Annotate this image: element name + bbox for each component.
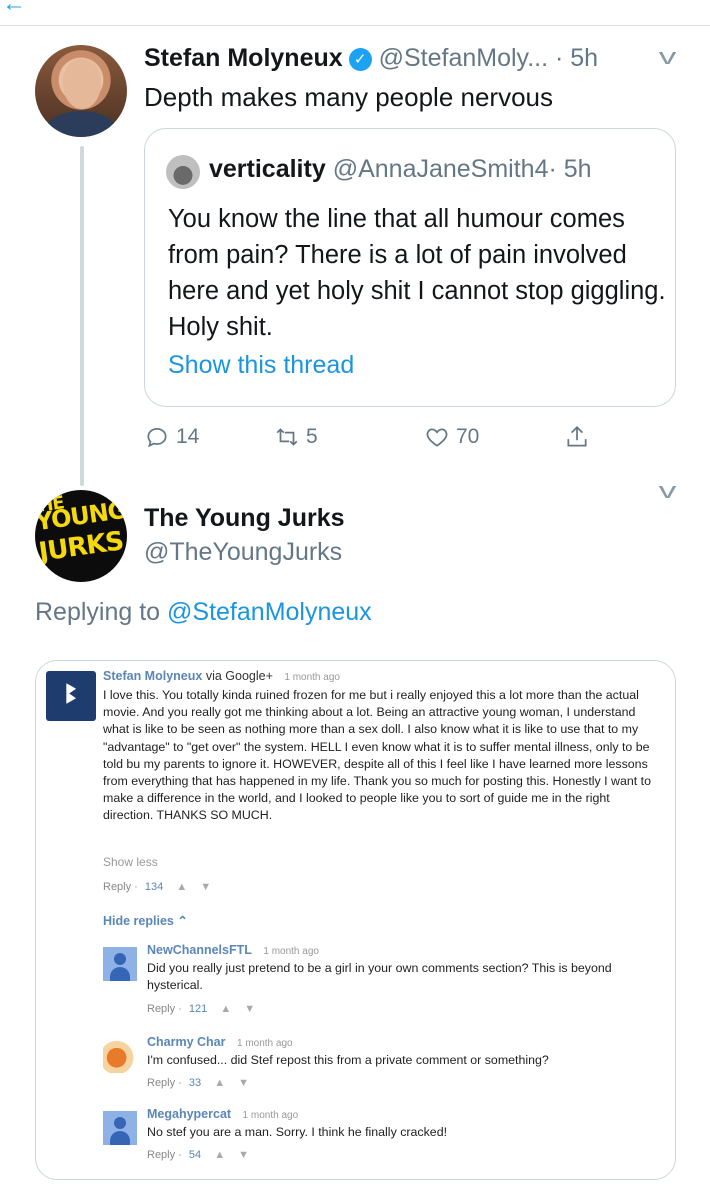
author-name[interactable]: The Young Jurks (144, 504, 345, 532)
comment-time: 1 month ago (236, 1038, 293, 1049)
comment-header: NewChannelsFTL 1 month ago (147, 943, 319, 957)
comment-actions: Reply · 54 ▲ ▼ (147, 1149, 250, 1161)
avatar-shirt (45, 111, 117, 137)
comment-author: Stefan Molyneux (103, 669, 203, 683)
thumbs-down-icon: ▼ (244, 1003, 256, 1015)
tweet-time[interactable]: · 5h (555, 44, 598, 72)
comment-actions: Reply · 121 ▲ ▼ (147, 1003, 256, 1015)
reply-author-name[interactable]: The Young Jurks (144, 504, 345, 533)
retweet-count: 5 (306, 425, 318, 448)
list-item: Charmy Char 1 month ago I'm confused... … (103, 1035, 663, 1095)
comment-author: Megahypercat (147, 1107, 232, 1121)
thumbs-up-icon: ▲ (176, 881, 188, 893)
reply-count: 14 (176, 425, 200, 448)
comment-body: I'm confused... did Stef repost this fro… (147, 1053, 549, 1067)
like-count: 33 (188, 1077, 202, 1089)
comment-time: 1 month ago (263, 946, 319, 957)
commenter-avatar (103, 947, 137, 981)
like-count: 70 (456, 425, 480, 448)
reply-link: Reply (147, 1149, 176, 1161)
hide-replies-label: Hide replies (103, 914, 174, 928)
reply-link: Reply (147, 1077, 176, 1089)
share-icon (567, 426, 587, 447)
comment-actions: Reply · 33 ▲ ▼ (147, 1077, 250, 1089)
quote-author-handle: @AnnaJaneSmith4 (332, 155, 549, 183)
show-less-link: Show less (103, 855, 158, 869)
people-icon: ꔪ (64, 679, 77, 709)
commenter-avatar: ꔪ (46, 671, 96, 721)
chevron-down-icon[interactable]: v (659, 44, 677, 70)
comment-author: NewChannelsFTL (147, 943, 252, 957)
avatar[interactable]: HE YOUNG JURKS (35, 490, 127, 582)
quote-avatar (166, 155, 200, 189)
author-handle: @TheYoungJurks (144, 538, 343, 566)
back-arrow-icon[interactable]: ← (2, 0, 26, 18)
thumbs-up-icon: ▲ (214, 1149, 226, 1161)
replying-to: Replying to @StefanMolyneux (35, 598, 372, 627)
thumbs-up-icon: ▲ (220, 1003, 232, 1015)
reply-icon (147, 428, 167, 448)
reply-link: Reply (103, 881, 132, 893)
replying-prefix: Replying to (35, 598, 161, 626)
avatar[interactable] (35, 45, 127, 137)
quote-author: verticality @AnnaJaneSmith4· 5h (209, 155, 592, 184)
thumbs-down-icon: ▼ (200, 881, 212, 893)
thumbs-down-icon: ▼ (238, 1077, 250, 1089)
comment-header: Charmy Char 1 month ago (147, 1035, 293, 1049)
reply-link: Reply (147, 1003, 176, 1015)
thumbs-down-icon: ▼ (238, 1149, 250, 1161)
comment-header: Megahypercat 1 month ago (147, 1107, 298, 1121)
list-item: NewChannelsFTL 1 month ago Did you reall… (103, 943, 663, 1015)
quoted-tweet[interactable]: verticality @AnnaJaneSmith4· 5h You know… (144, 128, 676, 407)
attached-image[interactable]: ꔪ Stefan Molyneux via Google+ 1 month ag… (35, 660, 676, 1180)
comment-time: 1 month ago (284, 672, 340, 683)
comment-body: I love this. You totally kinda ruined fr… (103, 688, 652, 823)
like-count: 134 (144, 881, 164, 893)
tweet-author[interactable]: Stefan Molyneux ✓ @StefanMoly... · 5h (144, 44, 598, 73)
share-button[interactable] (564, 424, 590, 450)
comment-time: 1 month ago (242, 1110, 299, 1121)
quote-author-name: verticality (209, 155, 326, 183)
retweet-icon (276, 428, 298, 446)
replying-to-link[interactable]: @StefanMolyneux (167, 598, 372, 626)
commenter-avatar (103, 1111, 137, 1145)
chevron-down-icon[interactable]: v (659, 478, 677, 504)
like-count: 54 (188, 1149, 202, 1161)
top-bar: ← (0, 0, 710, 26)
reply-button[interactable]: 14 (144, 424, 199, 450)
comment-actions: Reply · 134 ▲ ▼ (103, 881, 212, 893)
quote-time: · 5h (548, 155, 592, 183)
like-button[interactable]: 70 (424, 424, 479, 450)
like-count: 121 (188, 1003, 208, 1015)
comment-author: Charmy Char (147, 1035, 226, 1049)
thread-connector-line (80, 146, 84, 486)
comment-body: Did you really just pretend to be a girl… (147, 961, 612, 992)
author-name[interactable]: Stefan Molyneux (144, 44, 343, 72)
commenter-avatar (103, 1039, 137, 1073)
comment-body: No stef you are a man. Sorry. I think he… (147, 1125, 448, 1139)
thumbs-up-icon: ▲ (214, 1077, 226, 1089)
author-handle: @StefanMoly... (378, 44, 549, 72)
comment-header: Stefan Molyneux via Google+ 1 month ago (103, 669, 340, 683)
list-item: Megahypercat 1 month ago No stef you are… (103, 1107, 663, 1167)
quote-text: You know the line that all humour comes … (168, 205, 666, 341)
heart-icon (426, 428, 448, 447)
chevron-up-icon: ⌃ (177, 914, 188, 928)
avatar-face (63, 59, 101, 109)
tweet-text: Depth makes many people nervous (144, 82, 554, 112)
show-thread-link[interactable]: Show this thread (168, 351, 354, 380)
comment-via: via Google+ (205, 669, 273, 683)
hide-replies-link: Hide replies ⌃ (103, 913, 188, 928)
tweet-actions: 14 5 70 (144, 424, 614, 454)
reply-author-handle: @TheYoungJurks (144, 538, 342, 567)
retweet-button[interactable]: 5 (274, 424, 318, 450)
verified-badge-icon: ✓ (348, 48, 372, 71)
